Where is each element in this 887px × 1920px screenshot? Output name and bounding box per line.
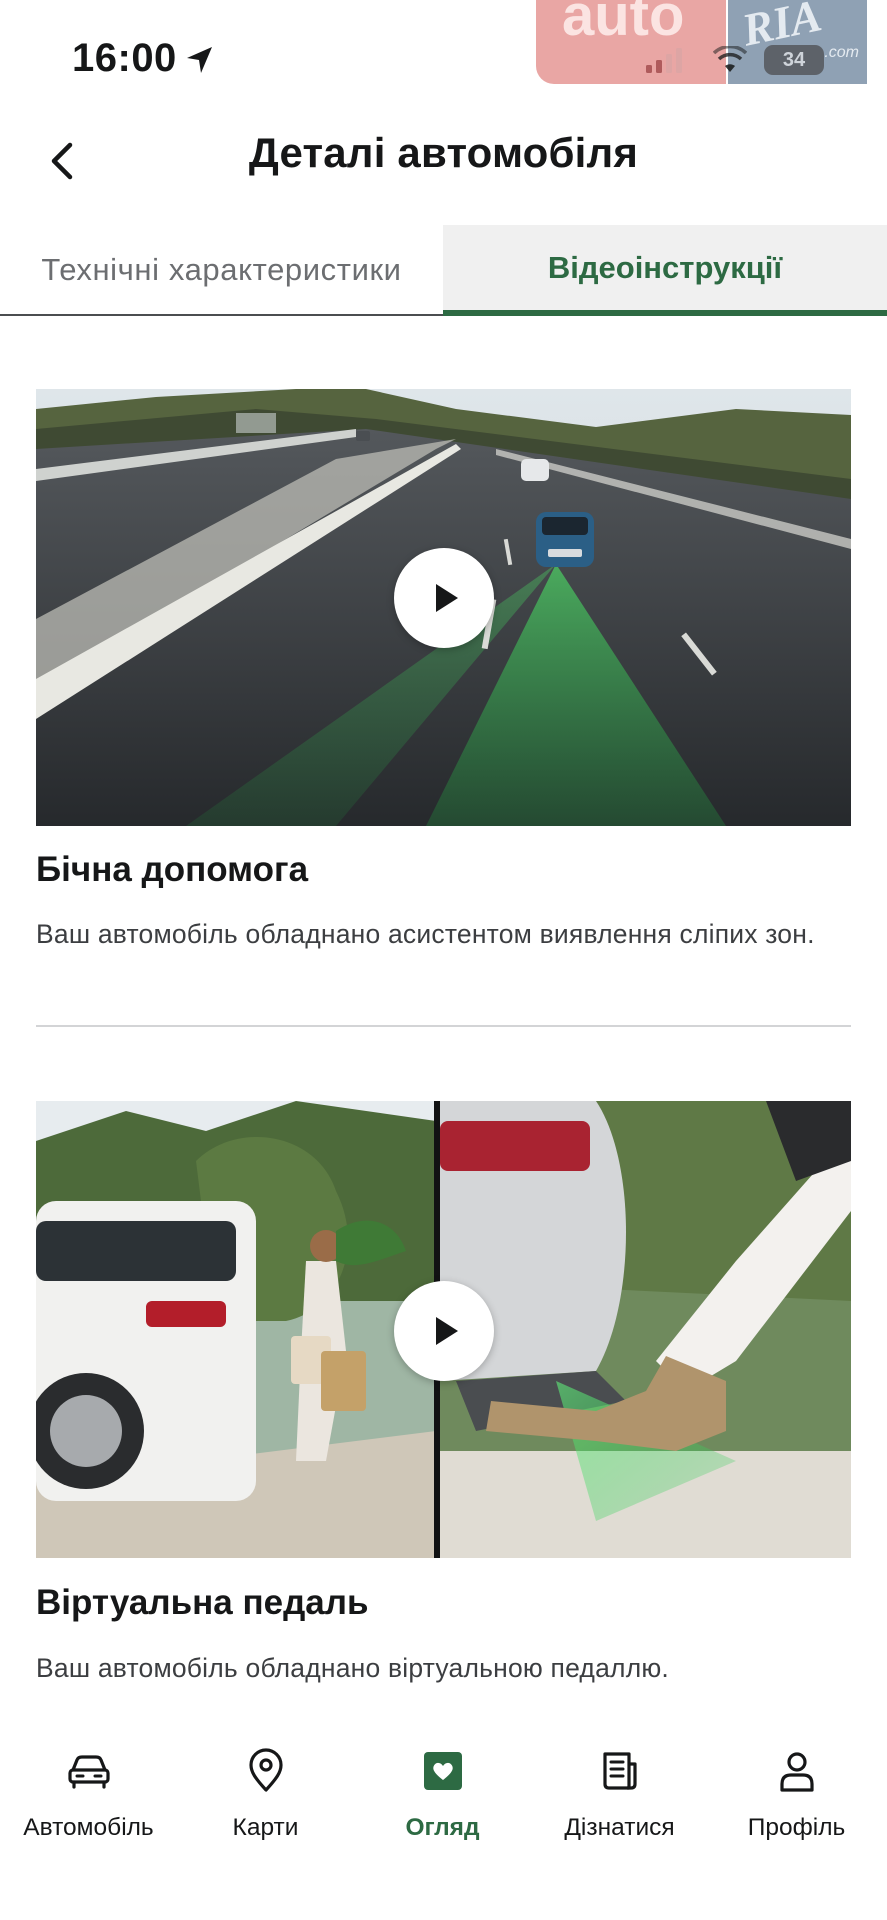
play-icon xyxy=(436,584,458,612)
play-icon xyxy=(436,1317,458,1345)
app-header: Деталі автомобіля xyxy=(0,115,887,225)
nav-item-profile[interactable]: Профіль xyxy=(708,1748,885,1868)
video-description: Ваш автомобіль обладнано віртуальною пед… xyxy=(36,1653,669,1683)
play-button[interactable] xyxy=(394,548,494,648)
user-icon xyxy=(779,1752,814,1792)
nav-item-overview[interactable]: Огляд xyxy=(354,1748,531,1868)
section-divider xyxy=(36,1025,851,1027)
battery-indicator: 34 xyxy=(764,45,824,75)
nav-item-learn[interactable]: Дізнатися xyxy=(531,1748,708,1868)
battery-level: 34 xyxy=(782,49,806,71)
document-icon xyxy=(602,1752,637,1790)
nav-label: Дізнатися xyxy=(564,1814,675,1841)
tab-bar: Технічні характеристики Відеоінструкції xyxy=(0,225,887,316)
bottom-navigation: Автомобіль Карти Огляд Дізнатися Профіль xyxy=(0,1712,887,1920)
video-description: Ваш автомобіль обладнано асистентом вияв… xyxy=(36,919,815,949)
wifi-icon xyxy=(713,46,747,72)
video-title: Бічна допомога xyxy=(36,850,309,889)
page-title: Деталі автомобіля xyxy=(248,129,639,176)
watermark-auto-text: auto xyxy=(562,0,685,48)
nav-item-maps[interactable]: Карти xyxy=(177,1748,354,1868)
car-icon xyxy=(67,1755,110,1789)
video-thumbnail-side-assist[interactable] xyxy=(36,389,851,826)
video-thumbnail-virtual-pedal[interactable] xyxy=(36,1101,851,1558)
tab-technical-specs[interactable]: Технічні характеристики xyxy=(0,225,443,316)
nav-label: Карти xyxy=(232,1814,299,1841)
cellular-signal-icon xyxy=(646,48,682,73)
video-title: Віртуальна педаль xyxy=(36,1583,369,1622)
map-pin-icon xyxy=(248,1748,283,1792)
watermark-auto-block: auto xyxy=(536,0,726,84)
location-arrow-icon xyxy=(187,47,212,73)
status-bar: 16:00 auto RIA .com 34 xyxy=(0,0,887,115)
play-button[interactable] xyxy=(394,1281,494,1381)
status-time: 16:00 xyxy=(72,36,177,80)
tab-video-instructions[interactable]: Відеоінструкції xyxy=(443,225,887,316)
nav-label: Профіль xyxy=(747,1814,846,1841)
nav-label: Автомобіль xyxy=(23,1814,154,1841)
nav-label: Огляд xyxy=(405,1814,480,1841)
tab-label: Технічні характеристики xyxy=(41,251,402,287)
tab-label: Відеоінструкції xyxy=(547,249,783,285)
nav-item-car[interactable]: Автомобіль xyxy=(0,1748,177,1868)
heart-square-icon xyxy=(423,1752,462,1790)
watermark-domain-text: .com xyxy=(824,44,859,61)
